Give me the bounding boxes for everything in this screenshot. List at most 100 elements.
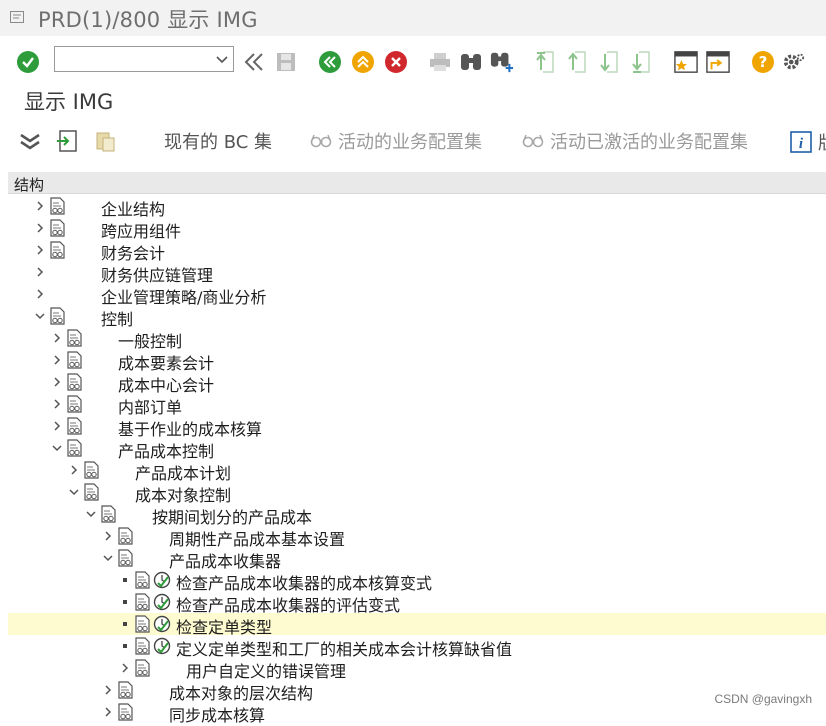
back-icon[interactable] bbox=[318, 50, 342, 74]
documentation-icon[interactable] bbox=[117, 681, 133, 699]
tree-node[interactable]: 检查产品成本收集器的评估变式 bbox=[8, 591, 826, 615]
exit-icon[interactable] bbox=[351, 50, 375, 74]
info-button[interactable]: i 版 bbox=[790, 129, 826, 155]
documentation-icon[interactable] bbox=[83, 461, 99, 479]
tree-node[interactable]: 财务供应链管理 bbox=[8, 261, 826, 285]
save-icon[interactable] bbox=[274, 50, 298, 74]
chevron-down-icon[interactable] bbox=[34, 308, 46, 322]
create-session-icon[interactable] bbox=[674, 50, 698, 74]
settings-icon[interactable] bbox=[782, 50, 806, 74]
glasses-icon bbox=[522, 134, 544, 148]
command-input[interactable] bbox=[59, 48, 213, 72]
chevron-right-icon[interactable] bbox=[34, 264, 46, 278]
expand-all-icon[interactable] bbox=[18, 132, 42, 152]
print-icon[interactable] bbox=[428, 50, 452, 74]
next-page-icon[interactable] bbox=[598, 50, 622, 74]
first-page-icon[interactable] bbox=[534, 50, 558, 74]
activated-business-config-sets-button[interactable]: 活动已激活的业务配置集 bbox=[522, 128, 748, 154]
cancel-icon[interactable] bbox=[384, 50, 408, 74]
tree-node[interactable]: 成本对象的层次结构 bbox=[8, 679, 826, 703]
tree-node[interactable]: 成本中心会计 bbox=[8, 371, 826, 395]
tree-node[interactable]: 跨应用组件 bbox=[8, 217, 826, 241]
chevron-down-icon[interactable] bbox=[68, 484, 80, 498]
execute-activity-icon[interactable] bbox=[153, 571, 171, 589]
command-field[interactable] bbox=[54, 46, 234, 72]
chevron-right-icon[interactable] bbox=[102, 528, 114, 542]
leaf-bullet-icon bbox=[123, 622, 127, 626]
chevron-down-icon[interactable] bbox=[85, 506, 97, 520]
chevron-right-icon[interactable] bbox=[51, 374, 63, 388]
documentation-icon[interactable] bbox=[134, 659, 150, 677]
tree-node[interactable]: 基于作业的成本核算 bbox=[8, 415, 826, 439]
chevron-right-icon[interactable] bbox=[34, 286, 46, 300]
documentation-icon[interactable] bbox=[66, 351, 82, 369]
documentation-icon[interactable] bbox=[117, 527, 133, 545]
chevron-down-icon[interactable] bbox=[51, 440, 63, 454]
command-dropdown-icon[interactable] bbox=[215, 51, 229, 67]
documentation-icon[interactable] bbox=[134, 571, 150, 589]
tree-node[interactable]: 企业结构 bbox=[8, 195, 826, 219]
documentation-icon[interactable] bbox=[66, 417, 82, 435]
chevron-right-icon[interactable] bbox=[102, 704, 114, 718]
execute-activity-icon[interactable] bbox=[153, 593, 171, 611]
documentation-icon[interactable] bbox=[66, 329, 82, 347]
tree-node[interactable]: 用户自定义的错误管理 bbox=[8, 657, 826, 681]
help-icon[interactable]: ? bbox=[751, 50, 775, 74]
tree-node[interactable]: 控制 bbox=[8, 305, 826, 329]
tree-node[interactable]: 产品成本计划 bbox=[8, 459, 826, 483]
chevron-right-icon[interactable] bbox=[34, 220, 46, 234]
tree-node[interactable]: 内部订单 bbox=[8, 393, 826, 417]
tree-node[interactable]: 产品成本控制 bbox=[8, 437, 826, 461]
existing-bc-sets-button[interactable]: 现有的 BC 集 bbox=[164, 128, 272, 154]
documentation-icon[interactable] bbox=[117, 549, 133, 567]
documentation-icon[interactable] bbox=[66, 439, 82, 457]
tree-node[interactable]: 财务会计 bbox=[8, 239, 826, 263]
active-business-config-sets-button[interactable]: 活动的业务配置集 bbox=[310, 128, 482, 154]
tree-node[interactable]: 按期间划分的产品成本 bbox=[8, 503, 826, 527]
shortcut-icon[interactable] bbox=[706, 50, 730, 74]
documentation-icon[interactable] bbox=[49, 197, 65, 215]
documentation-icon[interactable] bbox=[100, 505, 116, 523]
documentation-icon[interactable] bbox=[66, 373, 82, 391]
chevron-right-icon[interactable] bbox=[34, 242, 46, 256]
documentation-icon[interactable] bbox=[66, 395, 82, 413]
chevron-right-icon[interactable] bbox=[51, 352, 63, 366]
last-page-icon[interactable] bbox=[630, 50, 654, 74]
documentation-icon[interactable] bbox=[49, 241, 65, 259]
chevron-right-icon[interactable] bbox=[51, 418, 63, 432]
documentation-icon[interactable] bbox=[134, 593, 150, 611]
window-menu-icon[interactable] bbox=[10, 11, 24, 23]
documentation-icon[interactable] bbox=[134, 637, 150, 655]
chevron-right-icon[interactable] bbox=[119, 660, 131, 674]
tree-node[interactable]: 检查定单类型 bbox=[8, 613, 826, 637]
documentation-icon[interactable] bbox=[83, 483, 99, 501]
chevron-right-icon[interactable] bbox=[68, 462, 80, 476]
chevron-right-icon[interactable] bbox=[34, 198, 46, 212]
tree-node[interactable]: 成本对象控制 bbox=[8, 481, 826, 505]
tree-node[interactable]: 周期性产品成本基本设置 bbox=[8, 525, 826, 549]
tree-node[interactable]: 企业管理策略/商业分析 bbox=[8, 283, 826, 307]
chevron-right-icon[interactable] bbox=[51, 330, 63, 344]
documentation-icon[interactable] bbox=[117, 703, 133, 721]
find-icon[interactable] bbox=[459, 50, 483, 74]
chevron-down-icon[interactable] bbox=[102, 550, 114, 564]
collapse-toolbar-icon[interactable] bbox=[242, 50, 266, 74]
enter-check-icon[interactable] bbox=[16, 50, 40, 74]
tree-node[interactable]: 产品成本收集器 bbox=[8, 547, 826, 571]
find-next-icon[interactable] bbox=[490, 50, 514, 74]
copy-clipboard-icon[interactable] bbox=[94, 130, 116, 152]
execute-transaction-icon[interactable] bbox=[56, 130, 78, 152]
documentation-icon[interactable] bbox=[49, 307, 65, 325]
tree-node[interactable]: 定义定单类型和工厂的相关成本会计核算缺省值 bbox=[8, 635, 826, 659]
tree-node[interactable]: 一般控制 bbox=[8, 327, 826, 351]
documentation-icon[interactable] bbox=[49, 219, 65, 237]
tree-node[interactable]: 成本要素会计 bbox=[8, 349, 826, 373]
chevron-right-icon[interactable] bbox=[51, 396, 63, 410]
execute-activity-icon[interactable] bbox=[153, 615, 171, 633]
chevron-right-icon[interactable] bbox=[102, 682, 114, 696]
documentation-icon[interactable] bbox=[134, 615, 150, 633]
tree-node[interactable]: 检查产品成本收集器的成本核算变式 bbox=[8, 569, 826, 593]
execute-activity-icon[interactable] bbox=[153, 637, 171, 655]
previous-page-icon[interactable] bbox=[566, 50, 590, 74]
tree-node[interactable]: 同步成本核算 bbox=[8, 701, 826, 725]
